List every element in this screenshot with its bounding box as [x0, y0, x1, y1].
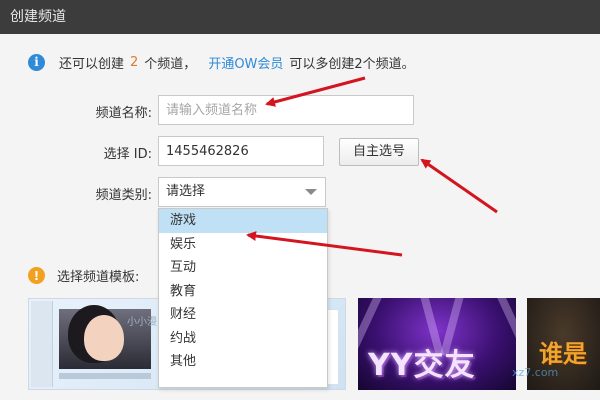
template-section-label: ! 选择频道模板: — [28, 266, 139, 285]
thumbnail-portrait — [84, 315, 124, 361]
category-option-education[interactable]: 教育 — [159, 280, 327, 304]
channel-category-label: 频道类别: — [95, 188, 152, 203]
category-dropdown: 游戏 娱乐 互动 教育 财经 约战 其他 — [158, 208, 328, 388]
thumbnail-sidebar — [31, 301, 53, 387]
thumbnail-caption-2: YY交友 — [368, 348, 476, 383]
arrow-to-choose-button — [420, 158, 498, 214]
thumbnail-progress-bar — [59, 373, 151, 379]
info-icon: i — [28, 53, 45, 71]
thumbnail-caption-3: 谁是 — [539, 340, 587, 368]
quota-count: 2 — [130, 54, 139, 70]
stage-light — [493, 298, 516, 354]
category-option-finance[interactable]: 财经 — [159, 303, 327, 327]
quota-text-after: 可以多创建2个频道。 — [289, 56, 415, 72]
choose-number-button[interactable]: 自主选号 — [339, 138, 419, 166]
quota-text-middle: 个频道， — [144, 56, 197, 72]
channel-category-select[interactable]: 请选择 — [158, 177, 326, 207]
template-label: 选择频道模板: — [57, 270, 140, 285]
open-vip-link[interactable]: 开通OW会员 — [208, 53, 283, 72]
exclamation-icon: ! — [28, 267, 45, 284]
channel-id-label: 选择 ID: — [103, 147, 152, 162]
thumbnail-caption-1: 小小漫 — [127, 317, 157, 328]
category-option-entertainment[interactable]: 娱乐 — [159, 233, 327, 257]
category-option-interactive[interactable]: 互动 — [159, 256, 327, 280]
category-selected-value: 请选择 — [166, 184, 206, 199]
channel-id-input[interactable] — [158, 136, 324, 166]
quota-text-before: 还可以创建 — [59, 56, 125, 72]
site-watermark: xz7.com — [512, 366, 559, 379]
chevron-down-icon[interactable] — [305, 189, 317, 195]
window-title: 创建频道 — [0, 0, 600, 34]
category-option-other[interactable]: 其他 — [159, 350, 327, 374]
quota-info: i 还可以创建 2 个频道， 开通OW会员 可以多创建2个频道。 — [28, 52, 415, 72]
channel-name-input[interactable] — [158, 95, 414, 125]
channel-name-label: 频道名称: — [95, 106, 152, 121]
template-thumbnail-2[interactable]: YY交友 — [358, 298, 516, 390]
category-option-match[interactable]: 约战 — [159, 327, 327, 351]
category-option-game[interactable]: 游戏 — [159, 209, 327, 233]
